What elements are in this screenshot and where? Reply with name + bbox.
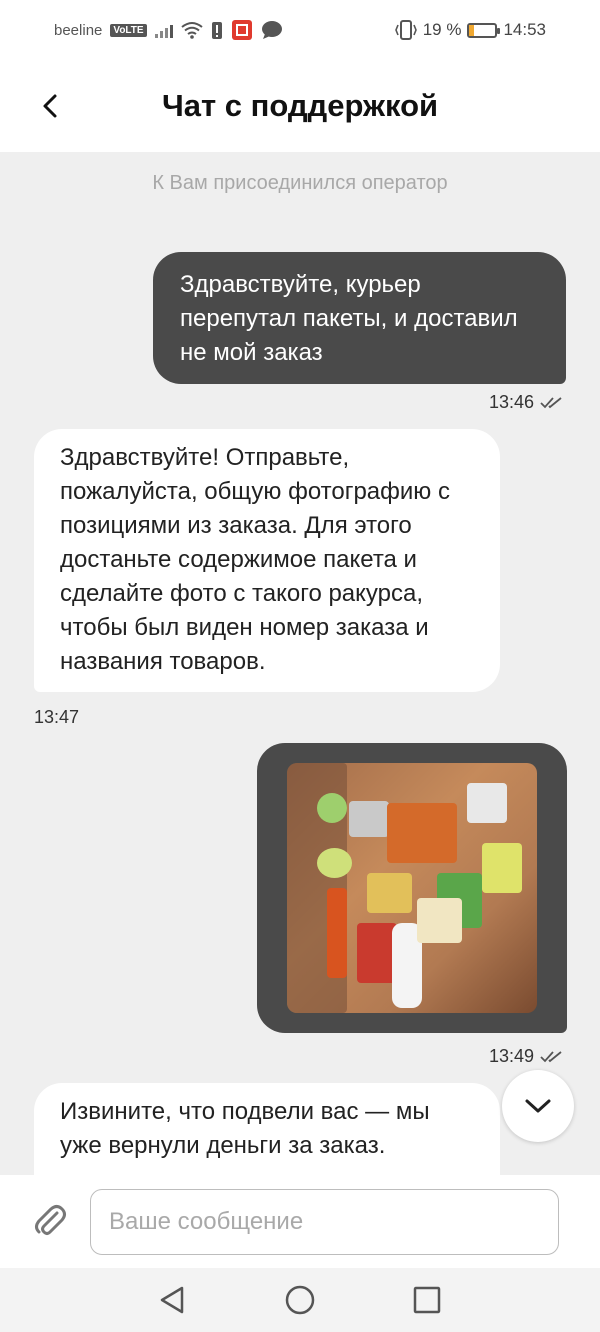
message-notification-icon xyxy=(261,21,282,39)
message-time: 13:46 xyxy=(488,392,534,412)
outgoing-image-message[interactable] xyxy=(257,743,567,1033)
double-check-icon xyxy=(540,1050,562,1062)
system-message: К Вам присоединился оператор xyxy=(152,172,448,194)
carrier-name: beeline xyxy=(54,21,103,39)
incoming-message[interactable]: Здравствуйте! Отправьте, пожалуйста, общ… xyxy=(34,429,500,692)
signal-icon xyxy=(154,22,173,38)
square-recents-icon xyxy=(413,1286,441,1314)
chat-header: Чат с поддержкой xyxy=(0,60,600,152)
vibrate-icon xyxy=(394,20,417,40)
volte-badge: VoLTE xyxy=(110,23,147,37)
wifi-icon xyxy=(180,22,203,39)
page-title: Чат с поддержкой xyxy=(161,88,439,123)
chevron-down-icon xyxy=(525,1099,551,1113)
chat-area[interactable]: К Вам присоединился оператор Здравствуйт… xyxy=(0,152,600,1175)
battery-icon xyxy=(467,22,501,38)
nav-home-button[interactable] xyxy=(282,1282,318,1318)
message-time: 13:49 xyxy=(488,1046,534,1066)
battery-fill xyxy=(469,24,475,36)
alert-icon xyxy=(211,22,222,39)
triangle-back-icon xyxy=(160,1286,184,1314)
message-meta: 13:46 xyxy=(489,392,564,413)
outgoing-message[interactable]: Здравствуйте, курьер перепутал пакеты, и… xyxy=(153,252,566,384)
nav-recents-button[interactable] xyxy=(409,1282,445,1318)
chevron-left-icon xyxy=(43,94,57,118)
paperclip-icon xyxy=(35,1205,66,1235)
incoming-message[interactable]: Извините, что подвели вас — мы уже верну… xyxy=(34,1083,500,1175)
clock: 14:53 xyxy=(503,20,546,39)
attach-button[interactable] xyxy=(28,1199,72,1243)
nav-back-button[interactable] xyxy=(154,1282,190,1318)
app-notification-icon xyxy=(231,20,252,40)
back-button[interactable] xyxy=(30,84,70,128)
circle-home-icon xyxy=(285,1285,315,1315)
scroll-down-button[interactable] xyxy=(502,1070,574,1142)
message-text: Здравствуйте, курьер перепутал пакеты, и… xyxy=(180,271,518,366)
double-check-icon xyxy=(540,396,562,408)
battery-percent: 19 % xyxy=(422,20,462,39)
message-meta: 13:49 xyxy=(489,1046,564,1067)
message-meta: 13:47 xyxy=(34,707,79,728)
message-time: 13:47 xyxy=(34,707,80,727)
message-text: Извините, что подвели вас — мы уже верну… xyxy=(60,1098,430,1159)
order-photo[interactable] xyxy=(287,763,537,1013)
message-text: Здравствуйте! Отправьте, пожалуйста, общ… xyxy=(60,444,450,675)
message-input[interactable] xyxy=(90,1189,559,1255)
message-composer xyxy=(0,1175,600,1268)
system-nav-bar xyxy=(0,1268,600,1332)
status-bar: beeline VoLTE 19 % 14:53 xyxy=(0,0,600,60)
